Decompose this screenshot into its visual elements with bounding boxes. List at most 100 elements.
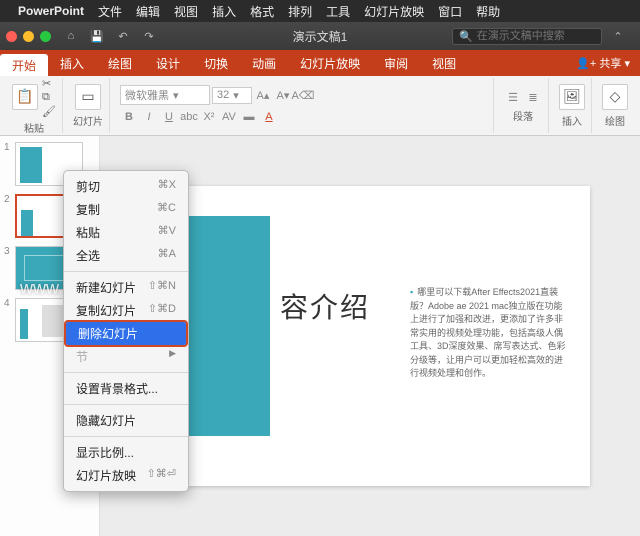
slides-label: 幻灯片 bbox=[73, 113, 103, 128]
ctx-separator bbox=[64, 436, 188, 437]
ctx-new-slide[interactable]: 新建幻灯片⇧⌘N bbox=[64, 276, 188, 299]
bold-icon[interactable]: B bbox=[120, 108, 138, 126]
paragraph-label: 段落 bbox=[513, 108, 533, 123]
slide-body[interactable]: 哪里可以下载After Effects2021直装版？Adobe ae 2021… bbox=[410, 286, 570, 381]
underline-icon[interactable]: U bbox=[160, 108, 178, 126]
shapes-icon: ◇ bbox=[602, 84, 628, 110]
tab-home[interactable]: 开始 bbox=[0, 54, 48, 76]
thumb-number: 2 bbox=[4, 194, 12, 205]
thumb-number: 3 bbox=[4, 246, 12, 257]
drawing-label: 绘图 bbox=[605, 113, 625, 128]
save-icon[interactable]: 💾 bbox=[87, 30, 107, 43]
context-menu: 剪切⌘X 复制⌘C 粘贴⌘V 全选⌘A 新建幻灯片⇧⌘N 复制幻灯片⇧⌘D 删除… bbox=[63, 170, 189, 492]
share-button[interactable]: 👤+ 共享 ▾ bbox=[566, 55, 640, 71]
clear-format-icon[interactable]: A⌫ bbox=[294, 86, 312, 104]
menu-tools[interactable]: 工具 bbox=[326, 3, 350, 20]
menu-format[interactable]: 格式 bbox=[250, 3, 274, 20]
group-drawing: ◇ 绘图 bbox=[596, 78, 634, 133]
font-size-combo[interactable]: 32▾ bbox=[212, 87, 252, 104]
menu-arrange[interactable]: 排列 bbox=[288, 3, 312, 20]
traffic-lights bbox=[6, 31, 51, 42]
search-icon: 🔍 bbox=[459, 30, 473, 43]
redo-icon[interactable]: ↷ bbox=[139, 30, 159, 43]
ctx-separator bbox=[64, 271, 188, 272]
thumb-number: 4 bbox=[4, 298, 12, 309]
menu-insert[interactable]: 插入 bbox=[212, 3, 236, 20]
ctx-hide-slide[interactable]: 隐藏幻灯片 bbox=[64, 409, 188, 432]
home-icon[interactable]: ⌂ bbox=[61, 30, 81, 42]
picture-button[interactable]: 🖼 bbox=[559, 84, 585, 111]
slide-title[interactable]: 容介绍 bbox=[280, 286, 370, 326]
menu-file[interactable]: 文件 bbox=[98, 3, 122, 20]
slide-icon: ▭ bbox=[75, 84, 101, 110]
ribbon-tabs: 开始 插入 绘图 设计 切换 动画 幻灯片放映 审阅 视图 👤+ 共享 ▾ bbox=[0, 50, 640, 76]
grow-font-icon[interactable]: A▴ bbox=[254, 86, 272, 104]
menu-window[interactable]: 窗口 bbox=[438, 3, 462, 20]
spacing-icon[interactable]: AV bbox=[220, 108, 238, 126]
window-toolbar: ⌂ 💾 ↶ ↷ 演示文稿1 🔍 ⌃ bbox=[0, 22, 640, 50]
font-name-combo[interactable]: 微软雅黑▾ bbox=[120, 85, 210, 105]
italic-icon[interactable]: I bbox=[140, 108, 158, 126]
font-color-icon[interactable]: A bbox=[260, 108, 278, 126]
ctx-slideshow[interactable]: 幻灯片放映⇧⌘⏎ bbox=[64, 464, 188, 487]
thumb-number: 1 bbox=[4, 142, 12, 153]
tab-transitions[interactable]: 切换 bbox=[192, 50, 240, 76]
paste-label: 粘贴 bbox=[24, 120, 44, 135]
ctx-copy[interactable]: 复制⌘C bbox=[64, 198, 188, 221]
tab-insert[interactable]: 插入 bbox=[48, 50, 96, 76]
tab-slideshow[interactable]: 幻灯片放映 bbox=[288, 50, 372, 76]
ctx-format-background[interactable]: 设置背景格式... bbox=[64, 377, 188, 400]
shrink-font-icon[interactable]: A▾ bbox=[274, 86, 292, 104]
search-box[interactable]: 🔍 bbox=[452, 28, 602, 45]
undo-icon[interactable]: ↶ bbox=[113, 30, 133, 43]
superscript-icon[interactable]: X² bbox=[200, 108, 218, 126]
tab-draw[interactable]: 绘图 bbox=[96, 50, 144, 76]
ctx-separator bbox=[64, 404, 188, 405]
menu-slideshow[interactable]: 幻灯片放映 bbox=[364, 3, 424, 20]
group-slides: ▭ 幻灯片 bbox=[67, 78, 110, 133]
ctx-section: 节▶ bbox=[64, 345, 188, 368]
numbering-icon[interactable]: ≣ bbox=[524, 88, 542, 106]
tab-review[interactable]: 审阅 bbox=[372, 50, 420, 76]
paste-button[interactable]: 📋 bbox=[12, 84, 38, 111]
slide-canvas[interactable]: 容介绍 哪里可以下载After Effects2021直装版？Adobe ae … bbox=[150, 186, 590, 486]
ctx-zoom[interactable]: 显示比例... bbox=[64, 441, 188, 464]
search-input[interactable] bbox=[477, 30, 595, 42]
ribbon: 📋 ✂ ⧉ 🖌 粘贴 ▭ 幻灯片 微软雅黑▾ 32▾ A▴ A▾ A⌫ B I … bbox=[0, 76, 640, 136]
ctx-delete-slide[interactable]: 删除幻灯片 bbox=[66, 322, 186, 345]
group-insert: 🖼 插入 bbox=[553, 78, 592, 133]
cut-icon[interactable]: ✂ bbox=[42, 77, 56, 90]
ctx-separator bbox=[64, 372, 188, 373]
document-title: 演示文稿1 bbox=[293, 28, 348, 45]
strike-icon[interactable]: abc bbox=[180, 108, 198, 126]
app-name: PowerPoint bbox=[18, 4, 84, 18]
shapes-button[interactable]: ◇ bbox=[602, 84, 628, 111]
group-paragraph: ☰ ≣ 段落 bbox=[498, 78, 549, 133]
group-clipboard: 📋 ✂ ⧉ 🖌 粘贴 bbox=[6, 78, 63, 133]
ctx-cut[interactable]: 剪切⌘X bbox=[64, 175, 188, 198]
tab-design[interactable]: 设计 bbox=[144, 50, 192, 76]
new-slide-button[interactable]: ▭ bbox=[75, 84, 101, 111]
format-painter-icon[interactable]: 🖌 bbox=[42, 105, 56, 118]
zoom-window-button[interactable] bbox=[40, 31, 51, 42]
picture-icon: 🖼 bbox=[559, 84, 585, 110]
bullets-icon[interactable]: ☰ bbox=[504, 88, 522, 106]
menu-view[interactable]: 视图 bbox=[174, 3, 198, 20]
mac-menubar: PowerPoint 文件 编辑 视图 插入 格式 排列 工具 幻灯片放映 窗口… bbox=[0, 0, 640, 22]
copy-icon[interactable]: ⧉ bbox=[42, 91, 56, 104]
clipboard-icon: 📋 bbox=[12, 84, 38, 110]
tab-view[interactable]: 视图 bbox=[420, 50, 468, 76]
slide-body-text: 哪里可以下载After Effects2021直装版？Adobe ae 2021… bbox=[410, 287, 566, 378]
minimize-window-button[interactable] bbox=[23, 31, 34, 42]
menu-help[interactable]: 帮助 bbox=[476, 3, 500, 20]
insert-label: 插入 bbox=[562, 113, 582, 128]
menu-edit[interactable]: 编辑 bbox=[136, 3, 160, 20]
ctx-paste[interactable]: 粘贴⌘V bbox=[64, 221, 188, 244]
group-font: 微软雅黑▾ 32▾ A▴ A▾ A⌫ B I U abc X² AV ▬ A bbox=[114, 78, 494, 133]
ctx-duplicate-slide[interactable]: 复制幻灯片⇧⌘D bbox=[64, 299, 188, 322]
close-window-button[interactable] bbox=[6, 31, 17, 42]
tab-animations[interactable]: 动画 bbox=[240, 50, 288, 76]
highlight-icon[interactable]: ▬ bbox=[240, 108, 258, 126]
ctx-select-all[interactable]: 全选⌘A bbox=[64, 244, 188, 267]
chevron-icon[interactable]: ⌃ bbox=[608, 30, 628, 43]
